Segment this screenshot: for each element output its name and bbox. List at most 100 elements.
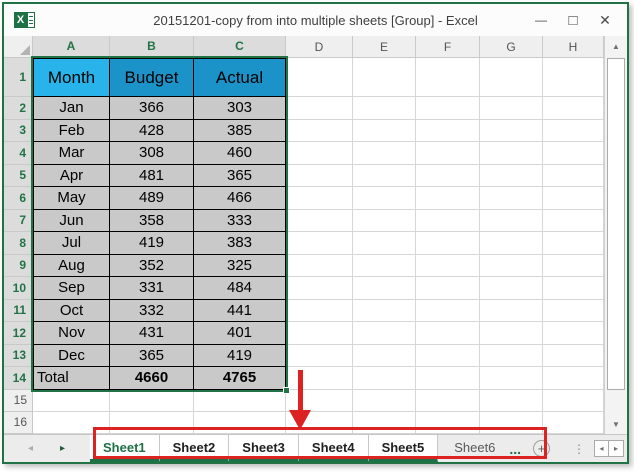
row-header-16[interactable]: 16 [4, 412, 33, 434]
tab-sheet2[interactable]: Sheet2 [160, 435, 230, 462]
cell-G2[interactable] [480, 97, 543, 120]
cell-C8[interactable]: 383 [194, 232, 286, 255]
cell-H7[interactable] [543, 210, 604, 233]
row-header-14[interactable]: 14 [4, 367, 33, 390]
column-header-E[interactable]: E [353, 36, 416, 58]
cell-F1[interactable] [416, 58, 480, 97]
cell-F11[interactable] [416, 300, 480, 323]
cell-C3[interactable]: 385 [194, 120, 286, 143]
column-header-H[interactable]: H [543, 36, 604, 58]
cell-D6[interactable] [286, 187, 353, 210]
tab-sheet5[interactable]: Sheet5 [369, 435, 439, 462]
hscroll-right-icon[interactable]: ▸ [609, 440, 624, 457]
cell-H11[interactable] [543, 300, 604, 323]
cell-A2[interactable]: Jan [33, 97, 110, 120]
cell-C4[interactable]: 460 [194, 142, 286, 165]
cell-C5[interactable]: 365 [194, 165, 286, 188]
vertical-scrollbar[interactable]: ▲ ▼ [604, 36, 627, 434]
scroll-up-icon[interactable]: ▲ [605, 36, 627, 56]
cell-C13[interactable]: 419 [194, 345, 286, 368]
cell-G1[interactable] [480, 58, 543, 97]
excel-app-icon[interactable]: X [14, 12, 35, 28]
cell-B4[interactable]: 308 [110, 142, 194, 165]
cell-C16[interactable] [194, 412, 286, 434]
cell-B10[interactable]: 331 [110, 277, 194, 300]
row-header-5[interactable]: 5 [4, 165, 33, 188]
cell-A12[interactable]: Nov [33, 322, 110, 345]
cell-C11[interactable]: 441 [194, 300, 286, 323]
cell-C12[interactable]: 401 [194, 322, 286, 345]
cell-B12[interactable]: 431 [110, 322, 194, 345]
cell-H4[interactable] [543, 142, 604, 165]
cell-G7[interactable] [480, 210, 543, 233]
cell-E1[interactable] [353, 58, 416, 97]
cell-E13[interactable] [353, 345, 416, 368]
cell-E8[interactable] [353, 232, 416, 255]
cell-H12[interactable] [543, 322, 604, 345]
row-header-10[interactable]: 10 [4, 277, 33, 300]
cell-C1[interactable]: Actual [194, 58, 286, 97]
cell-F5[interactable] [416, 165, 480, 188]
cell-A11[interactable]: Oct [33, 300, 110, 323]
cell-E6[interactable] [353, 187, 416, 210]
cell-B11[interactable]: 332 [110, 300, 194, 323]
cell-D15[interactable] [286, 390, 353, 412]
cell-A8[interactable]: Jul [33, 232, 110, 255]
cell-D13[interactable] [286, 345, 353, 368]
tab-sheet6[interactable]: Sheet6 [438, 435, 505, 462]
column-header-D[interactable]: D [286, 36, 353, 58]
cell-F14[interactable] [416, 367, 480, 390]
cell-C9[interactable]: 325 [194, 255, 286, 278]
cell-A16[interactable] [33, 412, 110, 434]
scroll-down-icon[interactable]: ▼ [605, 414, 627, 434]
cell-E3[interactable] [353, 120, 416, 143]
cell-A9[interactable]: Aug [33, 255, 110, 278]
cell-F9[interactable] [416, 255, 480, 278]
cell-E15[interactable] [353, 390, 416, 412]
cell-G16[interactable] [480, 412, 543, 434]
cell-B14[interactable]: 4660 [110, 367, 194, 390]
cell-F2[interactable] [416, 97, 480, 120]
cell-B13[interactable]: 365 [110, 345, 194, 368]
close-button[interactable]: ✕ [591, 9, 619, 31]
cell-F7[interactable] [416, 210, 480, 233]
cell-E16[interactable] [353, 412, 416, 434]
cell-C6[interactable]: 466 [194, 187, 286, 210]
tab-overflow-ellipsis[interactable]: ... [505, 435, 525, 462]
cell-E11[interactable] [353, 300, 416, 323]
cell-D11[interactable] [286, 300, 353, 323]
row-header-6[interactable]: 6 [4, 187, 33, 210]
cell-D5[interactable] [286, 165, 353, 188]
new-sheet-button[interactable]: + [533, 440, 550, 457]
column-header-F[interactable]: F [416, 36, 480, 58]
cell-C2[interactable]: 303 [194, 97, 286, 120]
cell-G8[interactable] [480, 232, 543, 255]
row-header-2[interactable]: 2 [4, 97, 33, 120]
row-header-8[interactable]: 8 [4, 232, 33, 255]
cell-G9[interactable] [480, 255, 543, 278]
vertical-scroll-track[interactable] [605, 56, 627, 414]
cell-H9[interactable] [543, 255, 604, 278]
cell-G3[interactable] [480, 120, 543, 143]
column-header-C[interactable]: C [194, 36, 286, 58]
cell-F12[interactable] [416, 322, 480, 345]
cell-C14[interactable]: 4765 [194, 367, 286, 390]
cell-F6[interactable] [416, 187, 480, 210]
tab-sheet3[interactable]: Sheet3 [229, 435, 299, 462]
cell-B8[interactable]: 419 [110, 232, 194, 255]
row-header-1[interactable]: 1 [4, 58, 33, 97]
cell-A13[interactable]: Dec [33, 345, 110, 368]
cell-B5[interactable]: 481 [110, 165, 194, 188]
cell-C10[interactable]: 484 [194, 277, 286, 300]
cell-B7[interactable]: 358 [110, 210, 194, 233]
cell-A5[interactable]: Apr [33, 165, 110, 188]
cell-H2[interactable] [543, 97, 604, 120]
cell-D10[interactable] [286, 277, 353, 300]
cell-D7[interactable] [286, 210, 353, 233]
minimize-button[interactable]: — [527, 9, 555, 31]
tab-nav-left-icon[interactable]: ◂ [28, 443, 33, 454]
cell-F16[interactable] [416, 412, 480, 434]
cell-A10[interactable]: Sep [33, 277, 110, 300]
hscroll-left-icon[interactable]: ◂ [594, 440, 609, 457]
cell-H1[interactable] [543, 58, 604, 97]
